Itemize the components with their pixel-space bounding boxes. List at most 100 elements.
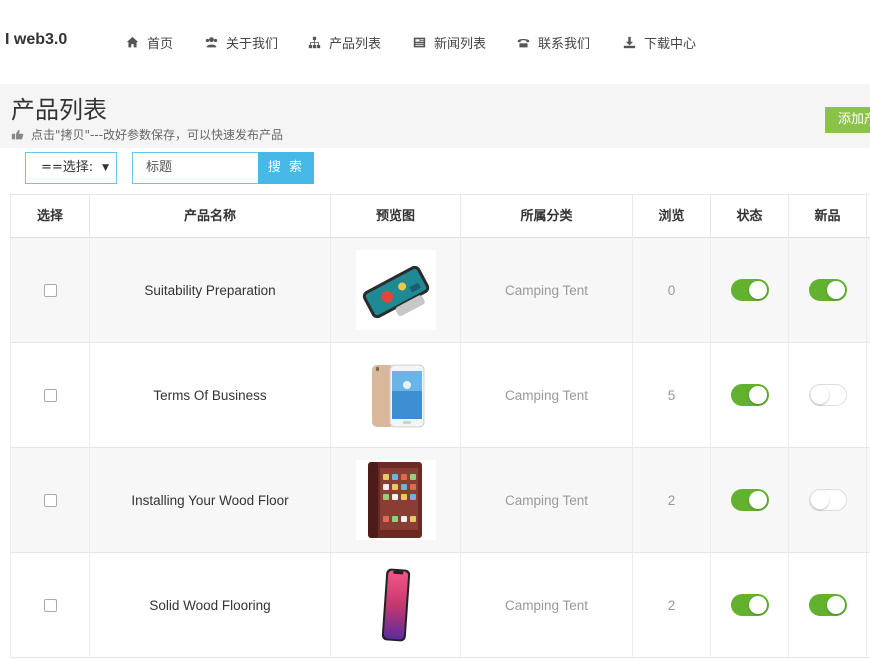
new-cell — [789, 343, 867, 447]
product-thumbnail — [355, 355, 436, 435]
toggle-knob — [810, 386, 829, 404]
status-toggle[interactable] — [730, 384, 769, 406]
nav-item-products[interactable]: 产品列表 — [308, 32, 381, 52]
page-subtitle: 点击"拷贝"---改好参数保存，可以快速发布产品 — [11, 126, 283, 143]
product-name[interactable]: Installing Your Wood Floor — [131, 493, 288, 508]
new-toggle[interactable] — [808, 279, 847, 301]
hand-pointer-icon — [11, 129, 24, 140]
category-cell: Camping Tent — [461, 553, 633, 657]
page-subtitle-text: 点击"拷贝"---改好参数保存，可以快速发布产品 — [31, 128, 284, 142]
row-checkbox[interactable] — [43, 283, 57, 297]
phone-landscape-image — [355, 250, 436, 330]
nav-item-label: 产品列表 — [329, 36, 382, 52]
product-name[interactable]: Suitability Preparation — [144, 283, 275, 298]
product-name[interactable]: Solid Wood Flooring — [149, 598, 270, 613]
row-select-cell — [10, 343, 90, 447]
new-cell — [789, 448, 867, 552]
column-header-category: 所属分类 — [461, 195, 633, 238]
category-select-value: ==选择: — [41, 160, 94, 175]
column-header-new: 新品 — [789, 195, 867, 238]
nav-item-home[interactable]: 首页 — [126, 32, 173, 52]
row-checkbox[interactable] — [43, 598, 57, 612]
phone-iphone-x-image — [355, 565, 436, 645]
views-cell: 0 — [633, 238, 711, 342]
phone-brown-image — [355, 460, 436, 540]
row-select-cell — [10, 553, 90, 657]
toggle-knob — [748, 596, 767, 614]
new-toggle[interactable] — [808, 594, 847, 616]
row-checkbox[interactable] — [43, 388, 57, 402]
row-checkbox[interactable] — [43, 493, 57, 507]
product-category: Camping Tent — [504, 282, 589, 298]
search-input[interactable]: 标题 — [132, 152, 259, 184]
product-category: Camping Tent — [504, 387, 589, 403]
product-views: 2 — [667, 492, 676, 508]
search-button[interactable]: 搜 索 — [258, 152, 314, 184]
download-icon — [623, 36, 636, 48]
site-logo[interactable]: I web3.0 — [5, 31, 67, 49]
product-views: 0 — [667, 282, 676, 298]
sitemap-icon — [308, 36, 321, 48]
table-header: 选择 产品名称 预览图 所属分类 浏览 状态 新品 — [10, 194, 870, 238]
status-toggle[interactable] — [730, 279, 769, 301]
status-toggle[interactable] — [730, 489, 769, 511]
preview-cell — [331, 343, 461, 447]
nav-item-label: 新闻列表 — [434, 36, 487, 52]
category-cell: Camping Tent — [461, 343, 633, 447]
product-name[interactable]: Terms Of Business — [153, 388, 266, 403]
status-cell — [711, 238, 789, 342]
product-thumbnail — [355, 460, 436, 540]
toggle-knob — [810, 491, 829, 509]
row-select-cell — [10, 448, 90, 552]
column-header-status: 状态 — [711, 195, 789, 238]
nav-item-label: 首页 — [147, 36, 174, 52]
nav-item-label: 下载中心 — [644, 36, 697, 52]
table-row: Installing Your Wood Floor Camping Tent … — [10, 448, 870, 553]
status-cell — [711, 553, 789, 657]
phone-gold-image — [355, 355, 436, 435]
top-navbar: I web3.0 首页 关于我们 产品列表 新闻列表 联系我们 下载中心 — [0, 0, 870, 84]
product-name-cell: Suitability Preparation — [90, 238, 331, 342]
search-bar: ==选择: ▼ 标题 搜 索 — [0, 148, 870, 194]
caret-down-icon: ▼ — [102, 163, 109, 173]
nav-item-contact[interactable]: 联系我们 — [517, 32, 590, 52]
add-product-button[interactable]: 添加产品 — [825, 107, 870, 133]
product-views: 5 — [667, 387, 676, 403]
toggle-knob — [748, 386, 767, 404]
preview-cell — [331, 448, 461, 552]
product-name-cell: Terms Of Business — [90, 343, 331, 447]
preview-cell — [331, 553, 461, 657]
views-cell: 2 — [633, 448, 711, 552]
home-icon — [126, 36, 139, 47]
toggle-knob — [826, 281, 845, 299]
nav-item-downloads[interactable]: 下载中心 — [623, 32, 696, 52]
newspaper-icon — [413, 37, 426, 47]
column-header-preview: 预览图 — [331, 195, 461, 238]
table-row: Solid Wood Flooring Camping Tent 2 — [10, 553, 870, 658]
toggle-knob — [748, 281, 767, 299]
nav-item-news[interactable]: 新闻列表 — [413, 32, 486, 52]
new-cell — [789, 553, 867, 657]
product-name-cell: Installing Your Wood Floor — [90, 448, 331, 552]
status-cell — [711, 343, 789, 447]
product-views: 2 — [667, 597, 676, 613]
new-toggle[interactable] — [808, 489, 847, 511]
product-name-cell: Solid Wood Flooring — [90, 553, 331, 657]
category-cell: Camping Tent — [461, 448, 633, 552]
product-thumbnail — [355, 250, 436, 330]
phone-icon — [517, 38, 530, 47]
category-cell: Camping Tent — [461, 238, 633, 342]
product-category: Camping Tent — [504, 492, 589, 508]
column-header-name: 产品名称 — [90, 195, 331, 238]
page-title: 产品列表 — [11, 96, 107, 124]
new-cell — [789, 238, 867, 342]
column-header-views: 浏览 — [633, 195, 711, 238]
product-category: Camping Tent — [504, 597, 589, 613]
column-header-select: 选择 — [10, 195, 90, 238]
nav-item-label: 联系我们 — [538, 36, 591, 52]
row-select-cell — [10, 238, 90, 342]
category-select[interactable]: ==选择: ▼ — [25, 152, 117, 184]
nav-item-about[interactable]: 关于我们 — [205, 32, 278, 52]
new-toggle[interactable] — [808, 384, 847, 406]
status-toggle[interactable] — [730, 594, 769, 616]
